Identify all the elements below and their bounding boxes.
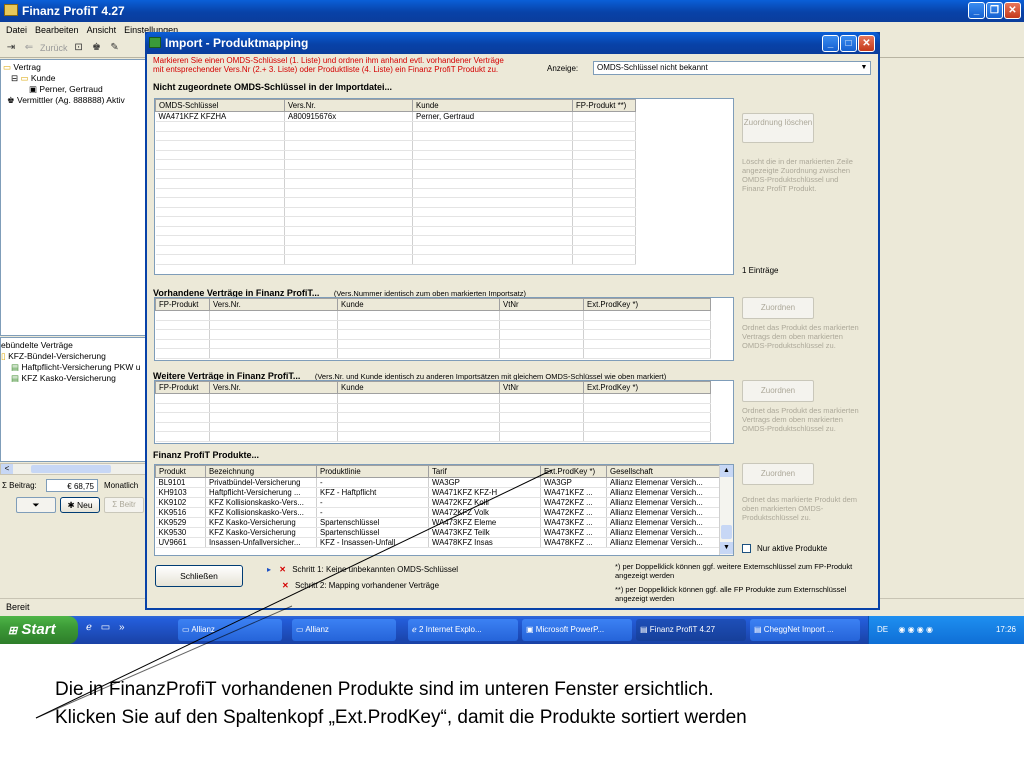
pointer-line	[35, 469, 553, 719]
caption-text: Die in FinanzProfiT vorhandenen Produkte…	[55, 676, 1015, 732]
caption-line: Klicken Sie auf den Spaltenkopf „Ext.Pro…	[55, 707, 747, 728]
caption-line: Die in FinanzProfiT vorhandenen Produkte…	[55, 679, 714, 700]
